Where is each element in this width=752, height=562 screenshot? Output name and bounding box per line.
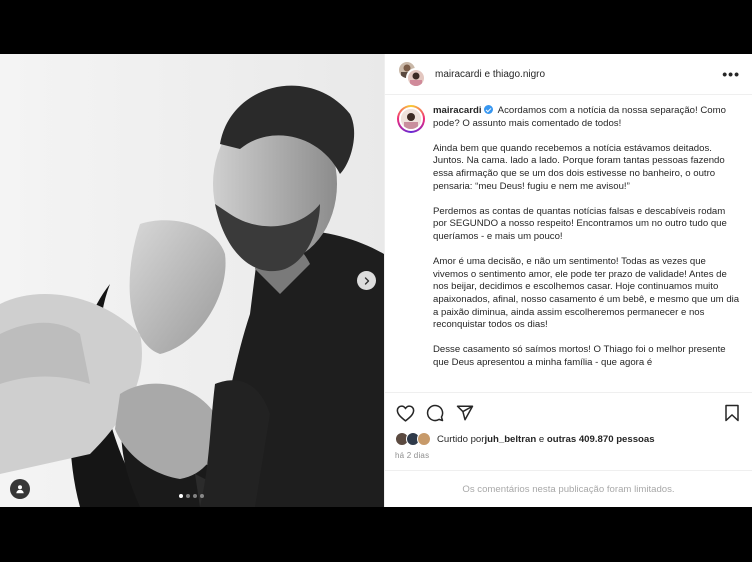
post-side-panel: mairacardi e thiago.nigro ••• mairacardi… bbox=[384, 54, 752, 507]
tagged-users-button[interactable] bbox=[10, 479, 30, 499]
caption-paragraph: Ainda bem que quando recebemos a notícia… bbox=[433, 142, 725, 192]
likes-prefix: Curtido por bbox=[437, 433, 485, 445]
carousel-dot bbox=[193, 494, 197, 498]
comments-limited-notice: Os comentários nesta publicação foram li… bbox=[385, 470, 752, 507]
liker-avatars bbox=[395, 432, 435, 446]
comment-icon bbox=[426, 404, 444, 422]
likes-count-link[interactable]: outras 409.870 pessoas bbox=[547, 434, 655, 445]
likes-joiner: e bbox=[536, 433, 547, 445]
liker-avatar[interactable] bbox=[417, 432, 431, 446]
user-icon bbox=[16, 485, 24, 494]
comment-button[interactable] bbox=[425, 403, 445, 423]
caption-text: mairacardi Acordamos com a notícia da no… bbox=[433, 105, 740, 392]
carousel-dot bbox=[200, 494, 204, 498]
like-button[interactable] bbox=[395, 403, 415, 423]
caption-paragraph: mairacardi Acordamos com a notícia da no… bbox=[433, 105, 740, 130]
collab-avatars[interactable] bbox=[397, 60, 429, 88]
more-options-button[interactable]: ••• bbox=[722, 67, 740, 81]
caption-avatar[interactable] bbox=[397, 105, 425, 133]
caption-area[interactable]: mairacardi Acordamos com a notícia da no… bbox=[385, 95, 752, 392]
carousel-dot bbox=[186, 494, 190, 498]
share-icon bbox=[456, 405, 474, 421]
caption-username[interactable]: mairacardi bbox=[433, 105, 482, 116]
post-modal: mairacardi e thiago.nigro ••• mairacardi… bbox=[0, 54, 752, 507]
couple-photo-image bbox=[0, 54, 384, 507]
post-photo[interactable] bbox=[0, 54, 384, 507]
caption-paragraph: Desse casamento só saímos mortos! O Thia… bbox=[433, 344, 726, 368]
caption-paragraph: Amor é uma decisão, e não um sentimento!… bbox=[433, 256, 740, 331]
caption-paragraph: Perdemos as contas de quantas notícias f… bbox=[433, 205, 727, 242]
post-authors: mairacardi e thiago.nigro bbox=[435, 69, 722, 80]
likes-summary: Curtido por juh_beltran e outras 409.870… bbox=[395, 432, 742, 446]
liker-username-link[interactable]: juh_beltran bbox=[484, 434, 536, 445]
save-button[interactable] bbox=[722, 403, 742, 423]
share-button[interactable] bbox=[455, 403, 475, 423]
authors-joiner: e bbox=[481, 68, 493, 80]
next-photo-button[interactable] bbox=[357, 271, 376, 290]
post-timestamp[interactable]: há 2 dias bbox=[395, 451, 742, 460]
verified-badge-icon bbox=[483, 105, 493, 114]
heart-icon bbox=[396, 404, 414, 422]
carousel-dot-active bbox=[179, 494, 183, 498]
author-link-thiago[interactable]: thiago.nigro bbox=[493, 69, 545, 80]
avatar-maira[interactable] bbox=[406, 68, 426, 88]
post-header: mairacardi e thiago.nigro ••• bbox=[385, 54, 752, 95]
bookmark-icon bbox=[725, 404, 739, 422]
chevron-right-icon bbox=[364, 276, 369, 285]
post-actions: Curtido por juh_beltran e outras 409.870… bbox=[385, 392, 752, 460]
author-link-maira[interactable]: mairacardi bbox=[435, 69, 482, 80]
carousel-indicators bbox=[179, 494, 204, 498]
action-icon-row bbox=[395, 401, 742, 425]
